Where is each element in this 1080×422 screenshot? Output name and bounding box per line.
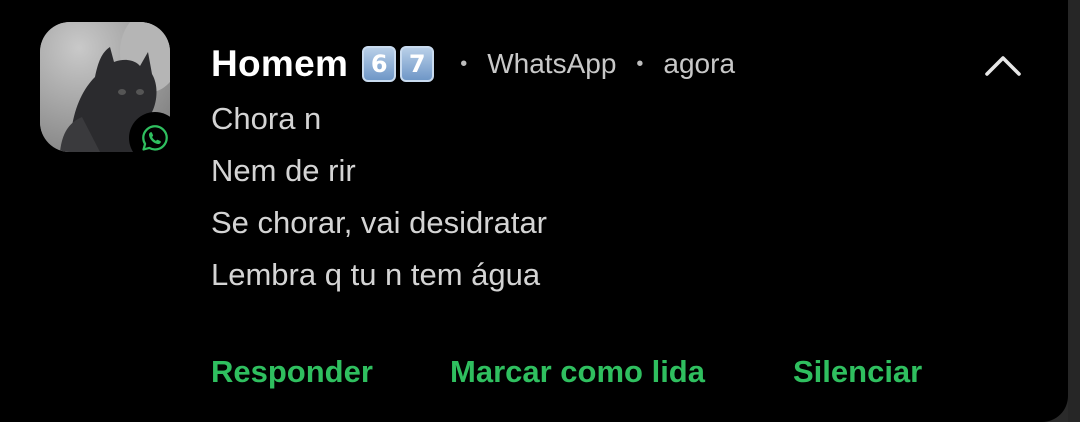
separator-dot: • — [460, 52, 468, 75]
keycap-emoji: 6 7 — [362, 46, 435, 82]
sender-name: Homem — [211, 43, 349, 84]
whatsapp-icon — [142, 125, 168, 151]
notification-time: agora — [663, 48, 736, 79]
message-list: Chora n Nem de rir Se chorar, vai desidr… — [211, 97, 547, 305]
collapse-button[interactable] — [982, 48, 1024, 82]
whatsapp-badge — [129, 112, 181, 164]
screen-edge — [1068, 0, 1080, 422]
separator-dot: • — [636, 52, 644, 75]
keycap-six-icon: 6 — [362, 46, 397, 82]
message-line: Lembra q tu n tem água — [211, 257, 541, 292]
chevron-up-icon — [985, 56, 1021, 76]
message-line: Nem de rir — [211, 153, 356, 188]
message-line: Chora n — [211, 101, 322, 136]
mute-button[interactable]: Silenciar — [793, 350, 922, 394]
mark-as-read-button[interactable]: Marcar como lida — [450, 350, 705, 394]
reply-button[interactable]: Responder — [211, 350, 373, 394]
keycap-seven-icon: 7 — [400, 46, 435, 82]
notification-header: Homem 6 7 • WhatsApp • agora — [211, 38, 735, 90]
app-name: WhatsApp — [487, 48, 617, 79]
whatsapp-notification[interactable]: Homem 6 7 • WhatsApp • agora Chora n Nem… — [0, 0, 1068, 422]
message-line: Se chorar, vai desidratar — [211, 205, 548, 240]
